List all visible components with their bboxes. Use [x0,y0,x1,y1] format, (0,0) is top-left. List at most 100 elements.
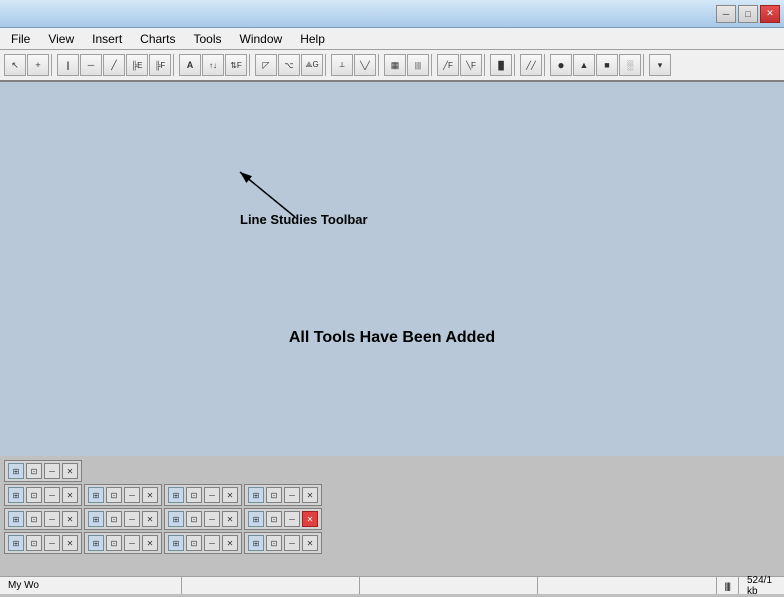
tool-fan-g[interactable]: ⟁G [301,54,323,76]
panel-min-btn[interactable]: ─ [44,511,60,527]
panel-min-btn[interactable]: ─ [124,487,140,503]
tool-vline[interactable]: | [57,54,79,76]
panel-close-btn[interactable]: ✕ [142,487,158,503]
panel-icon: ⊞ [248,487,264,503]
tool-cursor[interactable]: ↖ [4,54,26,76]
status-section-2 [182,577,360,594]
tool-hatched-rect[interactable]: ░ [619,54,641,76]
panel-restore-btn[interactable]: ⊡ [266,511,282,527]
status-section-4 [538,577,716,594]
panel-restore-btn[interactable]: ⊡ [266,487,282,503]
panel-min-btn[interactable]: ─ [204,487,220,503]
tool-speed2-f[interactable]: ╲F [460,54,482,76]
panel-close-btn[interactable]: ✕ [62,511,78,527]
tool-hatched[interactable]: ╱╱ [520,54,542,76]
panel-close-btn[interactable]: ✕ [302,535,318,551]
panel-close-btn[interactable]: ✕ [302,487,318,503]
tool-elliott1[interactable]: ↑↓ [202,54,224,76]
panel-0-0: ⊞ ⊡ ─ ✕ [4,460,82,482]
panels-row-3: ⊞ ⊡ ─ ✕ ⊞ ⊡ ─ ✕ ⊞ ⊡ ─ ✕ ⊞ ⊡ ─ ✕ [4,532,780,554]
annotation-label: Line Studies Toolbar [240,212,368,227]
panel-min-btn[interactable]: ─ [44,535,60,551]
title-bar-buttons: ─ □ ✕ [716,5,780,23]
panel-min-btn[interactable]: ─ [284,535,300,551]
tool-speed-f[interactable]: ╱F [437,54,459,76]
tool-trendline[interactable]: ╱ [103,54,125,76]
tool-rectangle[interactable]: ■ [596,54,618,76]
tool-fan2[interactable]: ⟂ [331,54,353,76]
panel-restore-btn[interactable]: ⊡ [26,463,42,479]
panel-restore-btn[interactable]: ⊡ [266,535,282,551]
panel-restore-btn[interactable]: ⊡ [26,511,42,527]
panels-row-2: ⊞ ⊡ ─ ✕ ⊞ ⊡ ─ ✕ ⊞ ⊡ ─ ✕ ⊞ ⊡ ─ ✕ [4,508,780,530]
status-bar: My Wo |||| 524/1 kb [0,576,784,594]
panel-min-btn[interactable]: ─ [204,511,220,527]
menu-help[interactable]: Help [291,29,334,49]
tool-more[interactable]: ▾ [649,54,671,76]
panels-row-0: ⊞ ⊡ ─ ✕ [4,460,780,482]
panel-min-btn[interactable]: ─ [124,511,140,527]
line-studies-toolbar: ↖ + | ─ ╱ ╠E ╠F A ↑↓ ⇅F ◸ ⌥ ⟁G ⟂ ╲╱ ▦ ||… [0,50,784,82]
panel-1-2: ⊞ ⊡ ─ ✕ [164,484,242,506]
panel-icon: ⊞ [248,511,264,527]
panel-min-btn[interactable]: ─ [44,463,60,479]
panel-min-btn[interactable]: ─ [284,511,300,527]
menu-view[interactable]: View [39,29,83,49]
toolbar-separator-8 [514,54,518,76]
panel-close-btn[interactable]: ✕ [222,511,238,527]
panel-close-btn[interactable]: ✕ [62,535,78,551]
tool-channel-e[interactable]: ╠E [126,54,148,76]
tool-text[interactable]: A [179,54,201,76]
tool-pitchfork[interactable]: ⌥ [278,54,300,76]
main-message: All Tools Have Been Added [289,329,495,347]
tool-circle[interactable]: ● [550,54,572,76]
panel-icon: ⊞ [168,487,184,503]
panel-icon: ⊞ [8,535,24,551]
panel-restore-btn[interactable]: ⊡ [186,535,202,551]
tool-grid[interactable]: ▦ [384,54,406,76]
maximize-button[interactable]: □ [738,5,758,23]
panel-min-btn[interactable]: ─ [124,535,140,551]
tool-triangle-up[interactable]: ▲ [573,54,595,76]
panel-restore-btn[interactable]: ⊡ [106,535,122,551]
menu-file[interactable]: File [2,29,39,49]
panel-close-btn[interactable]: ✕ [62,487,78,503]
panel-1-3: ⊞ ⊡ ─ ✕ [244,484,322,506]
panel-min-btn[interactable]: ─ [44,487,60,503]
tool-elliott2[interactable]: ⇅F [225,54,247,76]
menu-insert[interactable]: Insert [83,29,131,49]
panel-close-btn[interactable]: ✕ [222,487,238,503]
panel-1-0: ⊞ ⊡ ─ ✕ [4,484,82,506]
minimize-button[interactable]: ─ [716,5,736,23]
panel-icon: ⊞ [8,487,24,503]
panel-close-btn[interactable]: ✕ [142,511,158,527]
tool-triangle-angle[interactable]: ◸ [255,54,277,76]
panel-restore-btn[interactable]: ⊡ [186,487,202,503]
tool-speed1[interactable]: ╲╱ [354,54,376,76]
panel-close-btn[interactable]: ✕ [62,463,78,479]
panel-close-btn-active[interactable]: ✕ [302,511,318,527]
panel-min-btn[interactable]: ─ [284,487,300,503]
menu-charts[interactable]: Charts [131,29,184,49]
panel-3-1: ⊞ ⊡ ─ ✕ [84,532,162,554]
panel-min-btn[interactable]: ─ [204,535,220,551]
tool-vlines[interactable]: ||| [407,54,429,76]
toolbar-separator-2 [173,54,177,76]
close-button[interactable]: ✕ [760,5,780,23]
annotation: Line Studies Toolbar [180,162,430,282]
menu-window[interactable]: Window [231,29,292,49]
tool-channel-f[interactable]: ╠F [149,54,171,76]
panel-restore-btn[interactable]: ⊡ [26,535,42,551]
toolbar-separator-5 [378,54,382,76]
tool-hline[interactable]: ─ [80,54,102,76]
panel-close-btn[interactable]: ✕ [222,535,238,551]
panel-restore-btn[interactable]: ⊡ [106,487,122,503]
tool-bars[interactable]: ▐▌ [490,54,512,76]
panel-restore-btn[interactable]: ⊡ [186,511,202,527]
panel-restore-btn[interactable]: ⊡ [26,487,42,503]
tool-crosshair[interactable]: + [27,54,49,76]
panel-icon: ⊞ [8,463,24,479]
panel-close-btn[interactable]: ✕ [142,535,158,551]
panel-restore-btn[interactable]: ⊡ [106,511,122,527]
menu-tools[interactable]: Tools [185,29,231,49]
